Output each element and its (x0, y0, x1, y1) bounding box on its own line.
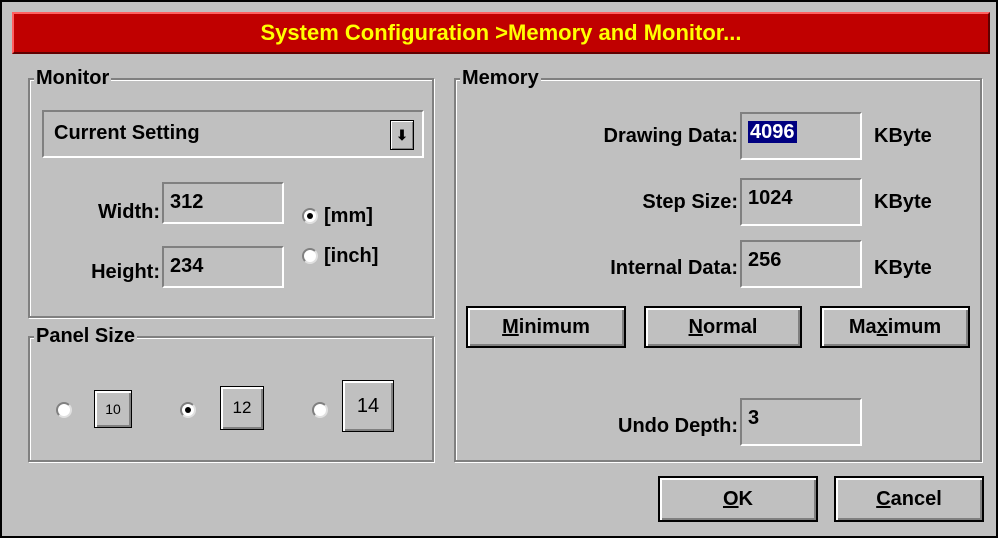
panel-size-12-radio[interactable] (180, 402, 196, 418)
panel-size-14-button[interactable]: 14 (342, 380, 394, 432)
internal-data-field[interactable]: 256 (740, 240, 862, 288)
panel-size-12-label: 12 (232, 398, 252, 417)
drawing-data-field[interactable]: 4096 (740, 112, 862, 160)
panel-size-12-button[interactable]: 12 (220, 386, 264, 430)
normal-label: ormal (702, 315, 758, 338)
cancel-mnemonic: C (876, 487, 891, 510)
memory-group-label: Memory (460, 66, 541, 90)
ok-button[interactable]: OK (658, 476, 818, 522)
unit-inch-radio[interactable] (302, 248, 318, 264)
drawing-data-unit: KByte (874, 125, 932, 147)
width-value: 312 (170, 191, 204, 213)
height-label: Height: (91, 261, 160, 283)
undo-depth-label: Undo Depth: (618, 415, 738, 437)
panel-size-group-label: Panel Size (34, 324, 137, 348)
undo-depth-value: 3 (748, 407, 760, 429)
internal-data-value: 256 (748, 249, 782, 271)
drawing-data-label: Drawing Data: (603, 125, 738, 147)
panel-size-10-label: 10 (105, 401, 121, 417)
internal-data-label: Internal Data: (610, 257, 738, 279)
maximum-label-end: imum (887, 315, 942, 338)
step-size-field[interactable]: 1024 (740, 178, 862, 226)
width-field[interactable]: 312 (162, 182, 284, 224)
system-configuration-dialog: System Configuration >Memory and Monitor… (0, 0, 998, 538)
undo-depth-field[interactable]: 3 (740, 398, 862, 446)
panel-size-14-label: 14 (356, 394, 380, 417)
normal-button[interactable]: Normal (644, 306, 802, 348)
unit-mm-radio[interactable] (302, 208, 318, 224)
minimum-label: inimum (518, 315, 590, 338)
minimum-mnemonic: M (502, 315, 519, 338)
panel-size-10-radio[interactable] (56, 402, 72, 418)
unit-mm-label[interactable]: [mm] (324, 204, 373, 228)
dropdown-arrow-icon[interactable]: ⬇ (390, 120, 414, 150)
maximum-button[interactable]: Ma x imum (820, 306, 970, 348)
step-size-value: 1024 (748, 187, 793, 209)
cancel-label: ancel (890, 487, 942, 510)
panel-size-group: Panel Size 10 12 14 (28, 324, 434, 462)
memory-group: Memory Drawing Data: 4096 KByte Step Siz… (454, 66, 982, 462)
normal-mnemonic: N (688, 315, 703, 338)
panel-size-10-button[interactable]: 10 (94, 390, 132, 428)
unit-inch-label[interactable]: [inch] (324, 244, 378, 268)
minimum-button[interactable]: Minimum (466, 306, 626, 348)
width-label: Width: (97, 201, 160, 223)
monitor-setting-combo[interactable]: Current Setting ⬇ (42, 110, 424, 158)
height-field[interactable]: 234 (162, 246, 284, 288)
monitor-group-label: Monitor (34, 66, 112, 90)
ok-label: K (738, 487, 753, 510)
step-size-unit: KByte (874, 191, 932, 213)
window-title: System Configuration >Memory and Monitor… (260, 20, 742, 45)
monitor-group: Monitor Current Setting ⬇ Width: 312 Hei… (28, 66, 434, 318)
step-size-label: Step Size: (642, 191, 738, 213)
monitor-setting-value: Current Setting (54, 122, 200, 144)
maximum-label-start: Ma (848, 315, 877, 338)
title-bar: System Configuration >Memory and Monitor… (12, 12, 990, 54)
panel-size-14-radio[interactable] (312, 402, 328, 418)
internal-data-unit: KByte (874, 257, 932, 279)
cancel-button[interactable]: Cancel (834, 476, 984, 522)
height-value: 234 (170, 255, 204, 277)
ok-mnemonic: O (722, 487, 739, 510)
maximum-mnemonic: x (876, 315, 888, 338)
drawing-data-value: 4096 (748, 121, 797, 143)
